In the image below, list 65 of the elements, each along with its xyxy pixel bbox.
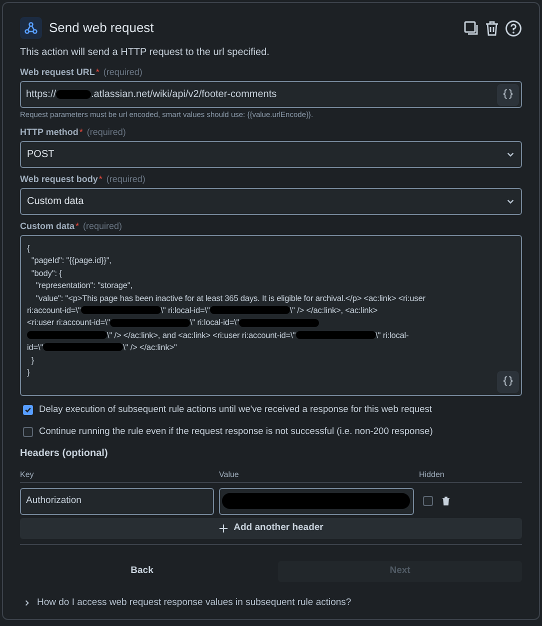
chevron-down-icon — [506, 150, 515, 159]
code-text: "representation": "storage", — [34, 279, 132, 292]
required-note: (required) — [103, 67, 142, 78]
description-text: This action will send a HTTP request to the url specified. — [20, 46, 270, 60]
webhook-icon — [20, 17, 42, 39]
smart-value-button[interactable]: {} — [497, 371, 519, 393]
column-header: Value — [219, 468, 240, 481]
url-input-field[interactable]: https:// .atlassian.net/wiki/api/v2/footer-comments {} — [20, 81, 522, 108]
code-text: \" /> </ac:link>, and <ac:link> <ri:user ri:account-id=\" — [107, 328, 296, 342]
plus-icon — [218, 524, 228, 533]
value-input-field[interactable] — [219, 488, 414, 515]
delete-button[interactable] — [484, 20, 500, 36]
checkbox[interactable] — [23, 426, 33, 437]
column-header: Hidden — [419, 468, 444, 481]
checkbox-label: Delay execution of subsequent rule actions until we've received a response for this web request — [39, 403, 432, 416]
code-text: } — [30, 354, 34, 366]
redaction-mark — [56, 90, 92, 99]
field-value: Authorization — [26, 494, 82, 508]
method-select[interactable]: POST — [20, 141, 522, 168]
code-text: "pageId": "{{page.id}}", — [30, 254, 112, 267]
code-text: { — [27, 242, 30, 254]
back-button[interactable]: Back — [20, 560, 264, 582]
body-select[interactable]: Custom data — [20, 188, 522, 215]
window-title: Send web request — [49, 19, 154, 38]
custom-data-textarea[interactable] — [20, 235, 522, 396]
code-text: <ri:user ri:account-id=\" — [27, 316, 110, 329]
code-text: ri:account-id=\" — [27, 304, 81, 316]
checkbox[interactable] — [23, 404, 33, 415]
help-expander[interactable]: How do I access web request response values in subsequent rule actions? — [20, 596, 352, 610]
code-text: https:// — [26, 88, 56, 102]
code-text: \" ri:local-id=\" — [160, 304, 210, 316]
code-text: \" /> </ac:link>, <ac:link> — [290, 304, 378, 316]
delete-header-button[interactable] — [441, 496, 451, 506]
key-input-field[interactable]: Authorization — [20, 488, 214, 515]
add-header-button[interactable]: Add another header — [20, 518, 522, 539]
required-asterisk: * — [98, 174, 102, 185]
hidden-checkbox[interactable] — [423, 496, 433, 506]
code-text: "value": "<p>This page has been inactive for at least 365 days. It is eligible for archival.</p> <ac:link> <ri:user — [34, 292, 426, 304]
smart-value-button[interactable]: {} — [497, 84, 519, 106]
field-label: Web request URL — [20, 67, 95, 78]
checkbox-label: Continue running the rule even if the request response is not successful (i.e. non-200 response) — [39, 424, 433, 438]
field-label: Web request body — [20, 174, 98, 185]
code-text: .atlassian.net/wiki/api/v2/footer-comments — [91, 88, 277, 102]
chevron-right-icon — [23, 599, 31, 607]
code-text: \" ri:local-id=\" — [190, 316, 240, 329]
code-text: } — [27, 366, 30, 378]
code-text: \" ri:local- — [376, 328, 409, 342]
code-text: \" /> </ac:link>" — [123, 341, 177, 354]
required-note: (required) — [86, 127, 126, 138]
select-value: Custom data — [27, 195, 84, 209]
required-asterisk: * — [79, 127, 83, 138]
help-button[interactable] — [505, 20, 522, 36]
code-text: id=\" — [27, 341, 44, 354]
field-label: HTTP method — [20, 127, 78, 138]
field-label: Custom data — [20, 221, 75, 232]
column-header: Key — [20, 468, 35, 481]
required-note: (required) — [106, 174, 146, 185]
section-title: Headers (optional) — [20, 446, 109, 461]
required-note: (required) — [83, 221, 122, 232]
required-asterisk: * — [76, 221, 80, 232]
select-value: POST — [27, 148, 54, 162]
duplicate-button[interactable] — [463, 20, 479, 36]
code-text: "body": { — [30, 266, 62, 280]
required-asterisk: * — [96, 67, 100, 78]
chevron-down-icon — [506, 197, 515, 206]
